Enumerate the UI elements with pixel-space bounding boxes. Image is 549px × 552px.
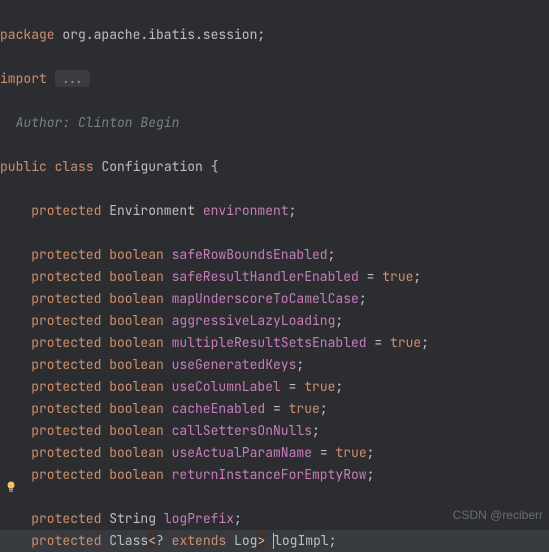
field-useGeneratedKeys: protected boolean useGeneratedKeys; [0, 356, 304, 373]
field-cacheEnabled: protected boolean cacheEnabled = true; [0, 400, 328, 417]
author-comment: Author: Clinton Begin [0, 114, 179, 131]
import-fold[interactable]: ... [55, 70, 90, 87]
field-useActualParamName: protected boolean useActualParamName = t… [0, 444, 374, 461]
field-safeRowBoundsEnabled: protected boolean safeRowBoundsEnabled; [0, 246, 335, 263]
intention-bulb-icon[interactable] [4, 480, 18, 494]
package-line: package org.apache.ibatis.session; [0, 26, 265, 43]
field-logImpl: protected Class<? extends Log> logImpl; [0, 530, 549, 552]
keyword-import: import [0, 70, 47, 87]
package-name: org.apache.ibatis.session; [55, 26, 266, 43]
comment-text: Author: Clinton Begin [16, 114, 180, 131]
field-mapUnderscoreToCamelCase: protected boolean mapUnderscoreToCamelCa… [0, 290, 367, 307]
field-multipleResultSetsEnabled: protected boolean multipleResultSetsEnab… [0, 334, 429, 351]
selected-identifier: logImpl [274, 532, 329, 549]
field-callSettersOnNulls: protected boolean callSettersOnNulls; [0, 422, 320, 439]
field-useColumnLabel: protected boolean useColumnLabel = true; [0, 378, 343, 395]
code-editor[interactable]: package org.apache.ibatis.session; impor… [0, 0, 549, 552]
field-returnInstanceForEmptyRow: protected boolean returnInstanceForEmpty… [0, 466, 374, 483]
import-line: import ... [0, 70, 90, 87]
field-logPrefix: protected String logPrefix; [0, 510, 242, 527]
field-aggressiveLazyLoading: protected boolean aggressiveLazyLoading; [0, 312, 343, 329]
keyword-package: package [0, 26, 55, 43]
class-decl: public class Configuration { [0, 158, 218, 175]
field-environment: protected Environment environment; [0, 202, 296, 219]
watermark: CSDN @reciberr [453, 504, 543, 526]
field-safeResultHandlerEnabled: protected boolean safeResultHandlerEnabl… [0, 268, 421, 285]
